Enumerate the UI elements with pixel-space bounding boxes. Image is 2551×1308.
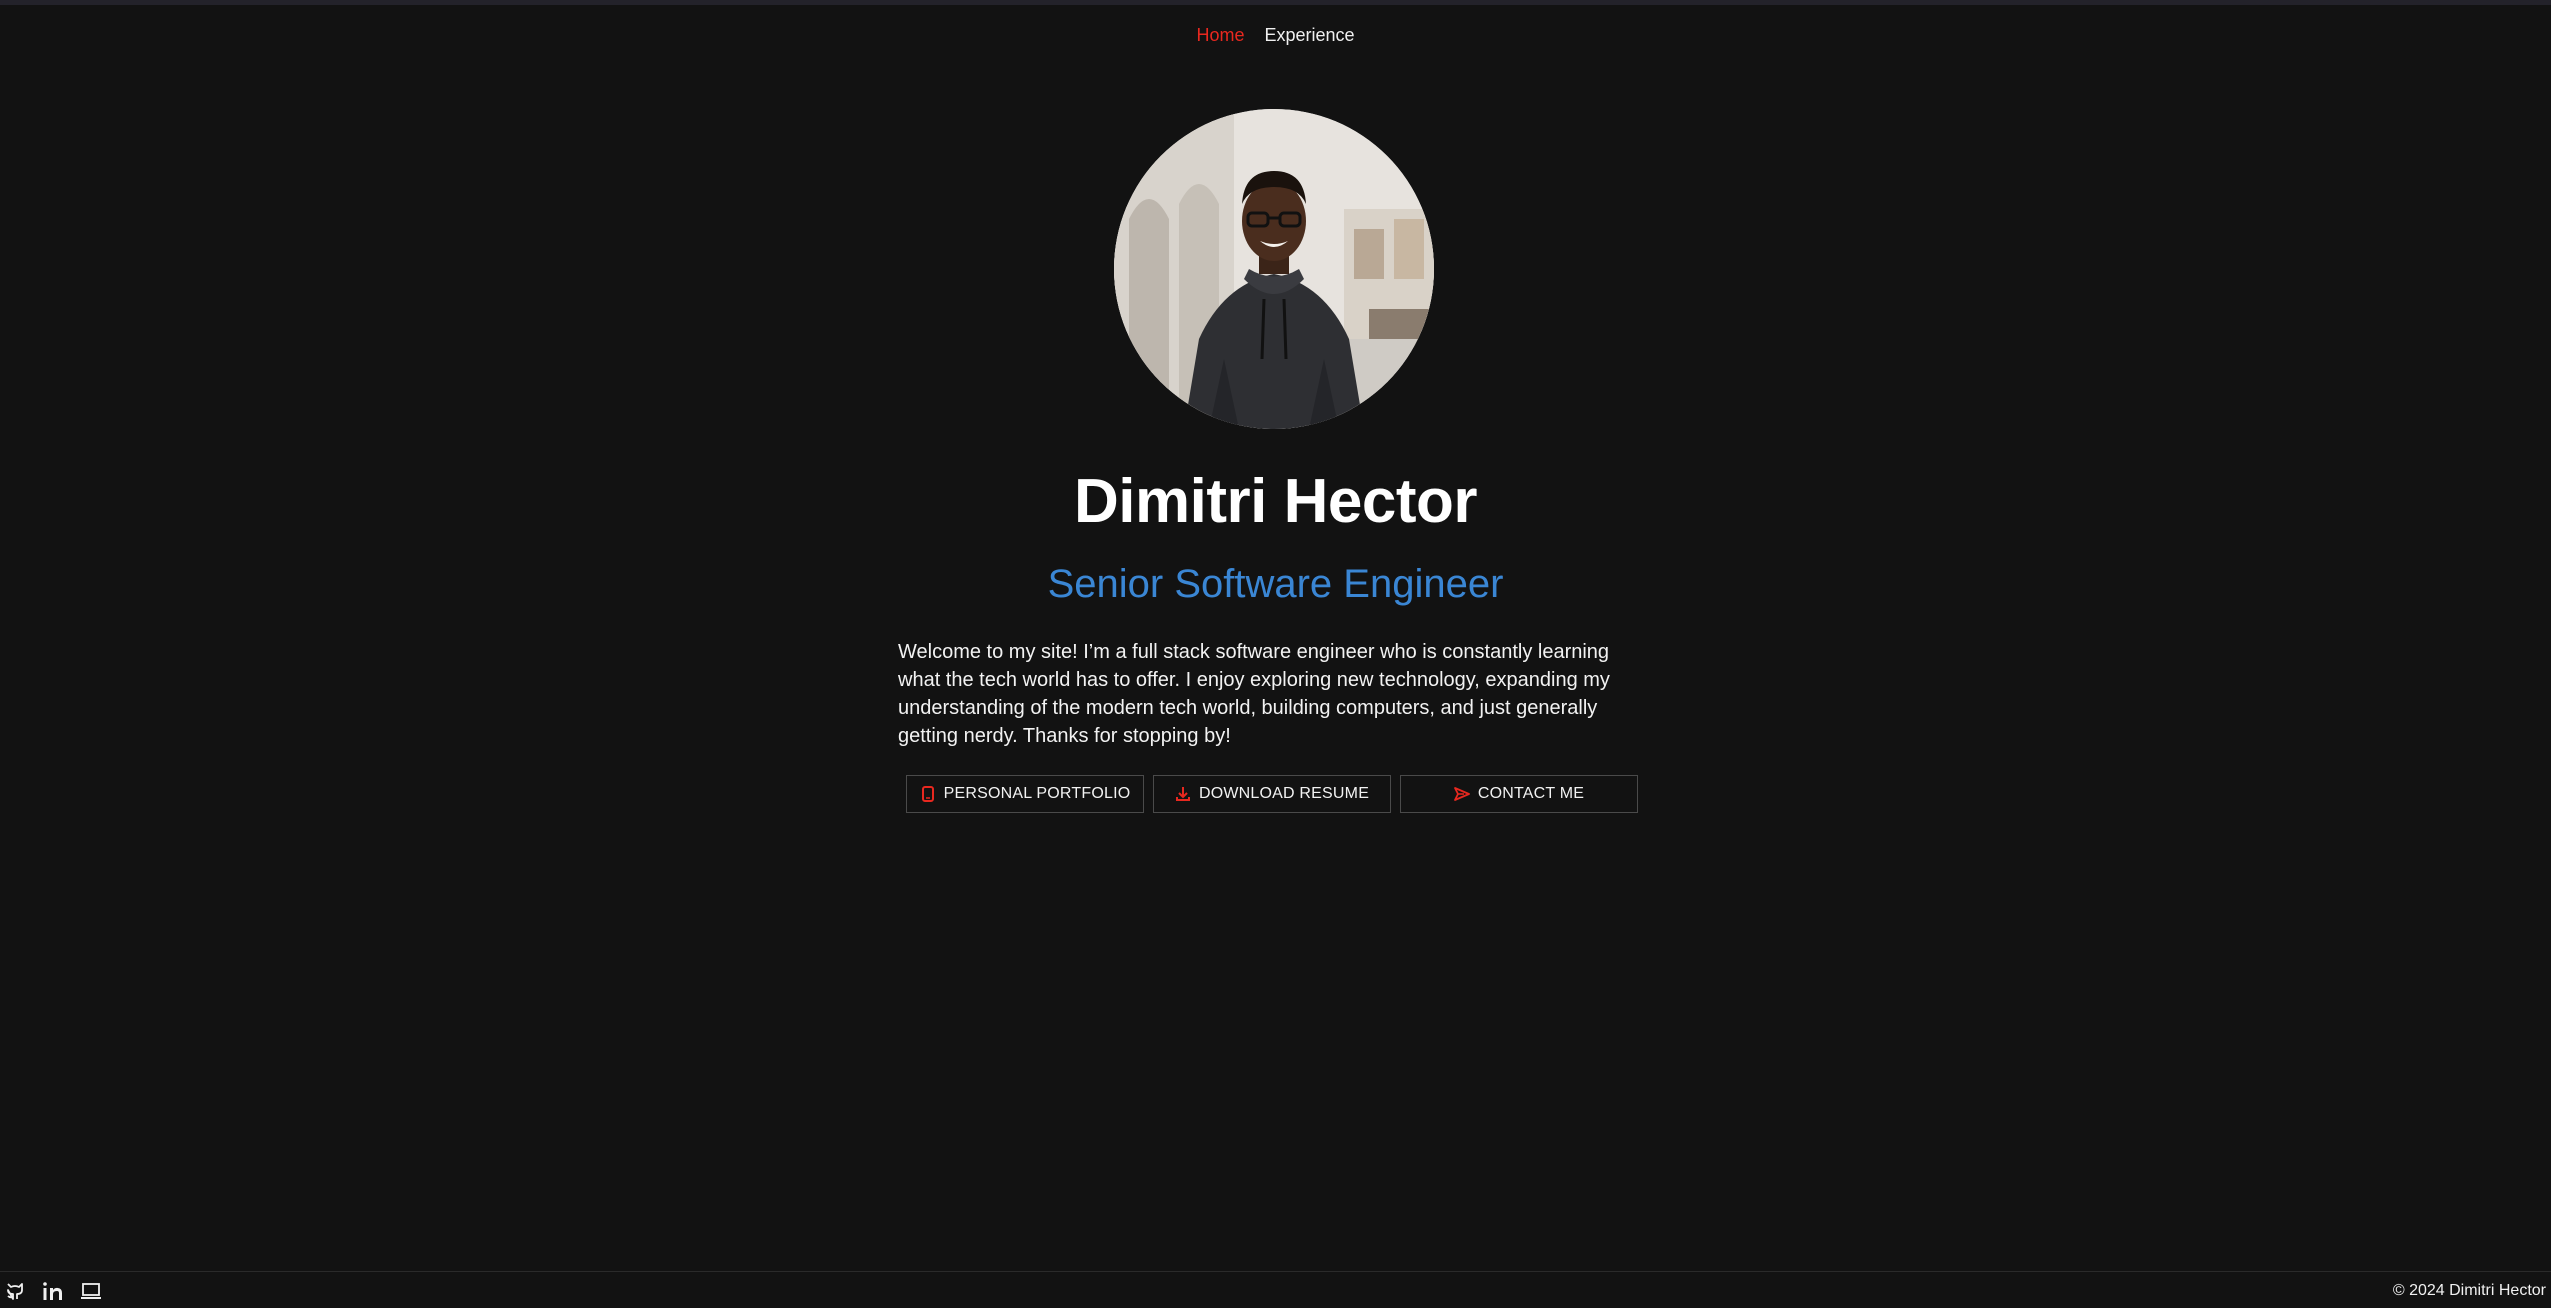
profile-role: Senior Software Engineer <box>1047 562 1504 606</box>
profile-avatar <box>1114 109 1434 429</box>
nav-home-link[interactable]: Home <box>1196 22 1244 48</box>
linkedin-icon[interactable] <box>42 1280 64 1302</box>
footer-social-links <box>4 1280 102 1302</box>
action-buttons: PERSONAL PORTFOLIO DOWNLOAD RESUME CONTA… <box>906 775 1638 813</box>
download-resume-button[interactable]: DOWNLOAD RESUME <box>1153 775 1391 813</box>
nav-experience-link[interactable]: Experience <box>1264 22 1354 48</box>
contact-me-button[interactable]: CONTACT ME <box>1400 775 1638 813</box>
profile-bio: Welcome to my site! I’m a full stack sof… <box>898 641 1610 747</box>
download-resume-label: DOWNLOAD RESUME <box>1198 785 1370 802</box>
personal-portfolio-button[interactable]: PERSONAL PORTFOLIO <box>906 775 1144 813</box>
top-strip <box>0 0 2551 5</box>
page: Home Experience Dimitri Hector Senior So… <box>0 0 2551 1308</box>
top-nav: Home Experience <box>0 22 2551 48</box>
contact-me-label: CONTACT ME <box>1477 785 1585 802</box>
profile-name: Dimitri Hector <box>1074 467 1477 536</box>
send-icon <box>1453 786 1470 802</box>
download-icon <box>1175 786 1191 802</box>
copyright-text: © 2024 Dimitri Hector <box>2392 1282 2546 1299</box>
laptop-icon[interactable] <box>80 1280 102 1302</box>
github-icon[interactable] <box>4 1280 26 1302</box>
profile-photo <box>1114 109 1434 429</box>
personal-portfolio-label: PERSONAL PORTFOLIO <box>943 785 1131 802</box>
footer: © 2024 Dimitri Hector <box>0 1271 2551 1308</box>
phone-icon <box>920 786 936 802</box>
